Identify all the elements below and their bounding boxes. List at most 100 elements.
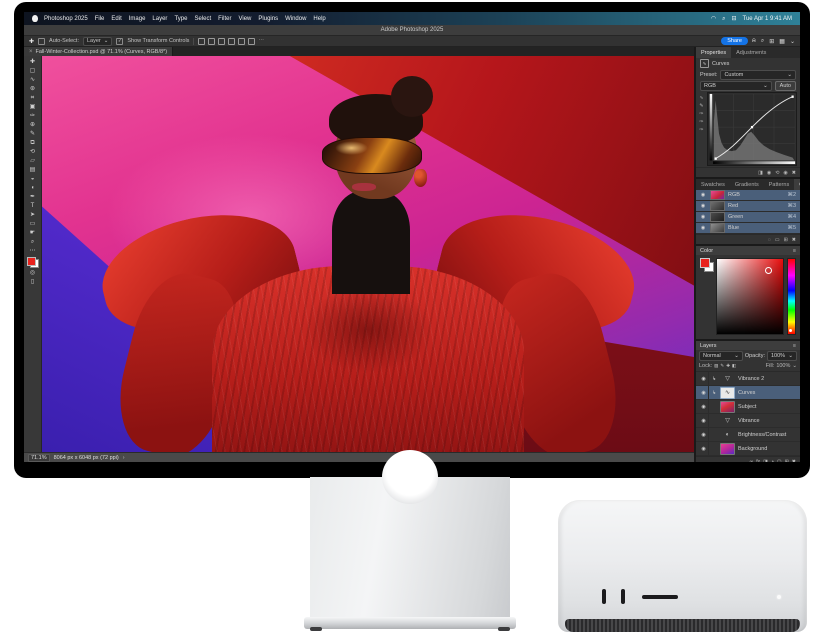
visibility-eye-cell[interactable]: ◉ [699, 386, 709, 399]
canvas[interactable] [42, 56, 694, 452]
workspace-icon[interactable]: ⊞ [769, 38, 774, 45]
new-layer-icon[interactable]: ⊞ [785, 459, 789, 462]
zoom-level-field[interactable]: 71.1% [28, 454, 50, 462]
new-group-icon[interactable]: ▢ [777, 459, 782, 462]
edit-points-icon[interactable]: ∿ [699, 95, 703, 101]
menu-filter[interactable]: Filter [218, 16, 231, 22]
visibility-eye-icon[interactable]: ◉ [700, 376, 708, 382]
align-middle-icon[interactable] [238, 38, 245, 45]
previous-state-icon[interactable]: ◉ [767, 170, 771, 176]
delete-channel-icon[interactable]: ✖ [792, 237, 796, 243]
add-mask-icon[interactable]: ◨ [763, 459, 768, 462]
status-chevron-icon[interactable]: › [123, 455, 125, 461]
align-left-icon[interactable] [198, 38, 205, 45]
move-tool[interactable]: ✚ [26, 58, 39, 66]
delete-layer-icon[interactable]: ✖ [792, 459, 796, 462]
dodge-tool[interactable]: ◖ [26, 184, 39, 192]
blend-mode-dropdown[interactable]: Normal ⌄ [699, 351, 743, 361]
document-tab[interactable]: × Fall-Winter-Collection.psd @ 71.1% (Cu… [24, 47, 173, 56]
gray-point-eyedropper-icon[interactable]: ✑ [699, 119, 703, 125]
align-top-icon[interactable] [228, 38, 235, 45]
frame-tool[interactable]: ▣ [26, 103, 39, 111]
menu-view[interactable]: View [238, 16, 251, 22]
align-center-icon[interactable] [208, 38, 215, 45]
hand-tool[interactable]: ☛ [26, 229, 39, 237]
bell-icon[interactable]: ⍾ [752, 38, 756, 45]
layer-thumbnail[interactable] [720, 443, 735, 455]
layer-subject[interactable]: ◉ ↳ Subject [696, 400, 800, 414]
lock-pixels-icon[interactable]: ✎ [720, 363, 724, 369]
visibility-eye-cell[interactable]: ◉ [699, 400, 709, 413]
layer-thumbnail[interactable]: ◐ [720, 429, 735, 441]
layer-vibrance[interactable]: ◉ ↳ ▽ Vibrance [696, 414, 800, 428]
quick-mask-icon[interactable]: ◎ [26, 269, 39, 277]
layer-background[interactable]: ◉ ↳ Background [696, 442, 800, 456]
tab-channels[interactable]: Channels [794, 179, 800, 190]
visibility-eye-cell[interactable]: ◉ [699, 414, 709, 427]
visibility-eye-icon[interactable]: ◉ [699, 203, 707, 209]
visibility-eye-icon[interactable]: ◉ [700, 418, 708, 424]
foreground-color-swatch[interactable] [27, 257, 36, 266]
visibility-eye-icon[interactable]: ◉ [700, 404, 708, 410]
menu-photoshop[interactable]: Photoshop 2025 [44, 16, 88, 22]
tab-patterns[interactable]: Patterns [764, 179, 794, 190]
black-point-eyedropper-icon[interactable]: ✑ [699, 111, 703, 117]
history-brush-tool[interactable]: ⟲ [26, 148, 39, 156]
lock-all-icon[interactable]: ◧ [732, 363, 736, 369]
hue-picker-dot[interactable] [789, 329, 792, 332]
visibility-eye-icon[interactable]: ◉ [699, 192, 707, 198]
load-selection-icon[interactable]: ◌ [768, 237, 771, 243]
zoom-tool[interactable]: ⌕ [26, 238, 39, 246]
opacity-dropdown[interactable]: 100% ⌄ [767, 351, 797, 361]
delete-adjustment-icon[interactable]: ✖ [792, 170, 796, 176]
channel-dropdown[interactable]: RGB ⌄ [700, 81, 772, 91]
visibility-eye-cell[interactable]: ◉ [699, 372, 709, 385]
lock-transparency-icon[interactable]: ▨ [714, 363, 718, 369]
lock-position-icon[interactable]: ✚ [726, 363, 730, 369]
layer-brightness-contrast[interactable]: ◉ ↳ ◐ Brightness/Contrast [696, 428, 800, 442]
wifi-icon[interactable]: ◠ [711, 16, 716, 22]
more-options-icon[interactable]: ⋯ [258, 38, 264, 44]
menu-layer[interactable]: Layer [152, 16, 167, 22]
save-selection-icon[interactable]: ▭ [775, 237, 780, 243]
draw-curve-icon[interactable]: ✎ [699, 103, 703, 109]
menu-window[interactable]: Window [285, 16, 306, 22]
layer-vibrance-2[interactable]: ◉ ↳ ▽ Vibrance 2 [696, 372, 800, 386]
reset-adjustment-icon[interactable]: ⟲ [775, 170, 779, 176]
blur-tool[interactable]: ◒ [26, 175, 39, 183]
visibility-eye-icon[interactable]: ◉ [699, 214, 707, 220]
menu-help[interactable]: Help [313, 16, 325, 22]
gradient-tool[interactable]: ▤ [26, 166, 39, 174]
search-icon[interactable]: ⌕ [761, 38, 764, 45]
layer-effects-icon[interactable]: fx [756, 459, 760, 462]
type-tool[interactable]: T [26, 202, 39, 210]
auto-select-dropdown[interactable]: Layer ⌄ [83, 37, 112, 46]
auto-button[interactable]: Auto [775, 81, 796, 91]
visibility-eye-cell[interactable]: ◉ [699, 428, 709, 441]
channel-rgb[interactable]: ◉ RGB ⌘2 [696, 190, 800, 201]
clone-stamp-tool[interactable]: ⧉ [26, 139, 39, 147]
white-point-eyedropper-icon[interactable]: ✑ [699, 127, 703, 133]
share-button[interactable]: Share [721, 37, 748, 45]
color-picker-dot[interactable] [765, 267, 772, 274]
channel-green[interactable]: ◉ Green ⌘4 [696, 212, 800, 223]
eraser-tool[interactable]: ▱ [26, 157, 39, 165]
menu-edit[interactable]: Edit [111, 16, 121, 22]
brush-tool[interactable]: ✎ [26, 130, 39, 138]
layer-thumbnail[interactable] [720, 401, 735, 413]
chevron-down-icon[interactable]: ⌄ [790, 38, 795, 45]
healing-brush-tool[interactable]: ⊕ [26, 121, 39, 129]
visibility-eye-icon[interactable]: ◉ [700, 432, 708, 438]
visibility-eye-icon[interactable]: ◉ [699, 225, 707, 231]
clip-adjustment-icon[interactable]: ◨ [758, 170, 763, 176]
tab-properties[interactable]: Properties [696, 47, 731, 58]
menu-plugins[interactable]: Plugins [258, 16, 278, 22]
shape-tool[interactable]: ▭ [26, 220, 39, 228]
curves-editor[interactable] [707, 92, 797, 166]
layer-thumbnail[interactable]: ▽ [720, 373, 735, 385]
preset-dropdown[interactable]: Custom ⌄ [720, 70, 796, 80]
show-transform-checkbox[interactable]: ✓ [116, 38, 123, 45]
object-selection-tool[interactable]: ⊛ [26, 85, 39, 93]
tab-swatches[interactable]: Swatches [696, 179, 730, 190]
control-center-icon[interactable]: ⊟ [731, 16, 736, 22]
